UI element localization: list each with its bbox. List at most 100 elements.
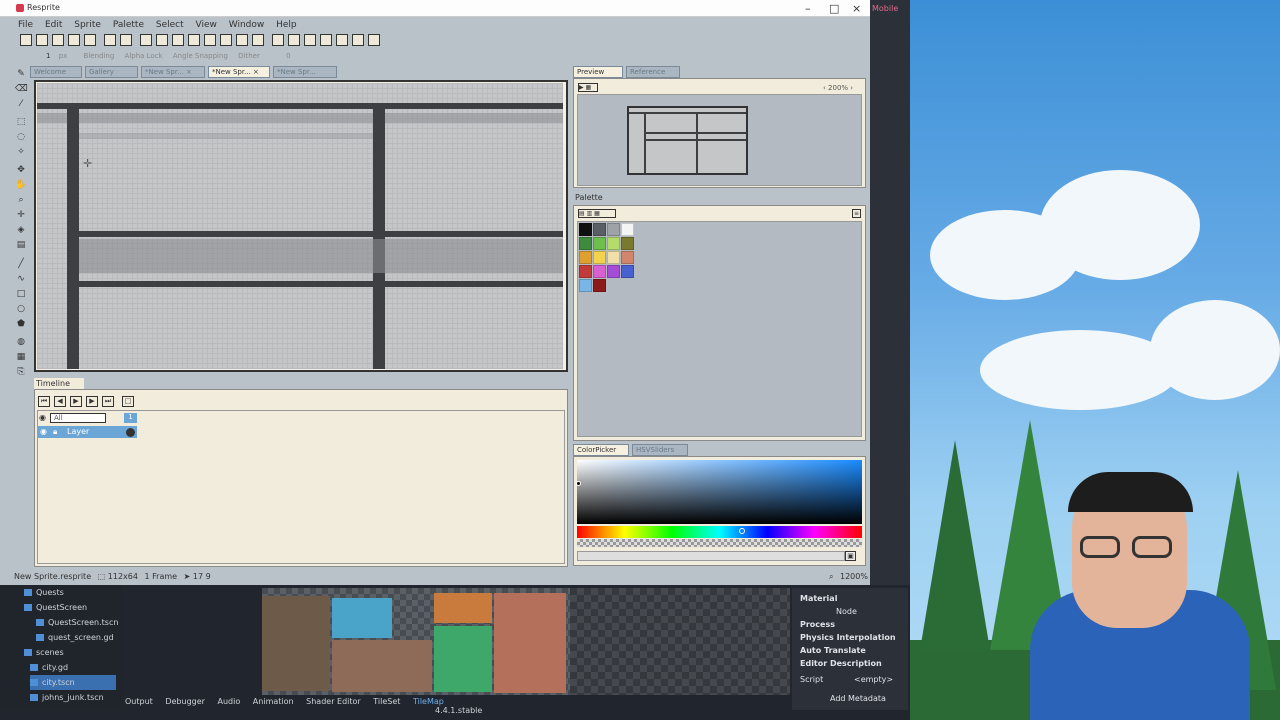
palette-swatch[interactable] bbox=[607, 265, 620, 278]
blending-toggle[interactable]: Blending bbox=[84, 52, 115, 60]
settings-icon[interactable] bbox=[68, 34, 80, 46]
menu-palette[interactable]: Palette bbox=[113, 20, 144, 30]
preview-zoom[interactable]: ‹ 200% › bbox=[823, 84, 853, 92]
hue-handle[interactable] bbox=[739, 528, 745, 534]
next-frame-icon[interactable]: ▶ bbox=[86, 396, 98, 407]
palette-swatch[interactable] bbox=[607, 251, 620, 264]
palette-swatch[interactable] bbox=[579, 251, 592, 264]
tileset-preview[interactable] bbox=[262, 588, 570, 695]
frame-number[interactable]: 1 bbox=[124, 413, 137, 423]
hand-icon[interactable]: ✋ bbox=[15, 179, 27, 191]
angle-snapping-toggle[interactable]: Angle Snapping bbox=[173, 52, 228, 60]
tree-item-selected[interactable]: city.tscn bbox=[30, 675, 116, 690]
tab-new-sprite[interactable]: *New Spr... bbox=[273, 66, 337, 78]
tree-item[interactable]: QuestScreen bbox=[24, 600, 87, 615]
palette-swatch[interactable] bbox=[593, 265, 606, 278]
palette-swatch[interactable] bbox=[607, 237, 620, 250]
layer-eye-icon[interactable]: ◉ bbox=[40, 427, 47, 436]
layer-row[interactable]: Layer bbox=[37, 426, 137, 438]
move-icon[interactable]: ✥ bbox=[15, 164, 27, 176]
tab-hsvsliders[interactable]: HSVSliders bbox=[632, 444, 688, 456]
rectangle-icon[interactable]: □ bbox=[15, 288, 27, 300]
new-file-icon[interactable] bbox=[20, 34, 32, 46]
tab-animation[interactable]: Animation bbox=[253, 697, 294, 706]
palette-swatch[interactable] bbox=[579, 265, 592, 278]
flip-icon[interactable] bbox=[252, 34, 264, 46]
save-icon[interactable] bbox=[52, 34, 64, 46]
eye-icon[interactable]: ◉ bbox=[39, 413, 46, 422]
prev-frame-icon[interactable]: ◀ bbox=[54, 396, 66, 407]
palette-tools-icon[interactable]: ▤ ▥ ▦ bbox=[578, 209, 616, 218]
shading-icon[interactable]: ◍ bbox=[15, 336, 27, 348]
sv-cursor[interactable] bbox=[576, 481, 581, 486]
menu-select[interactable]: Select bbox=[156, 20, 184, 30]
palette-swatch[interactable] bbox=[579, 237, 592, 250]
preview-icon[interactable] bbox=[336, 34, 348, 46]
pixel-perfect-icon[interactable] bbox=[304, 34, 316, 46]
ellipse-icon[interactable]: ○ bbox=[15, 303, 27, 315]
last-frame-icon[interactable]: ⏭ bbox=[102, 396, 114, 407]
export-icon[interactable] bbox=[84, 34, 96, 46]
gradient-icon[interactable]: ▤ bbox=[15, 239, 27, 251]
palette-swatch[interactable] bbox=[579, 223, 592, 236]
tab-reference[interactable]: Reference bbox=[626, 66, 680, 78]
tab-shader-editor[interactable]: Shader Editor bbox=[306, 697, 361, 706]
tab-audio[interactable]: Audio bbox=[218, 697, 241, 706]
rect-select-icon[interactable]: ⬚ bbox=[15, 116, 27, 128]
menu-help[interactable]: Help bbox=[276, 20, 297, 30]
status-zoom[interactable]: 1200% bbox=[840, 571, 868, 583]
line-icon[interactable]: ╱ bbox=[15, 258, 27, 270]
tree-item[interactable]: QuestScreen.tscn bbox=[36, 615, 118, 630]
first-frame-icon[interactable]: ⏮ bbox=[38, 396, 50, 407]
tab-new-sprite[interactable]: *New Spr... × bbox=[141, 66, 205, 78]
dither-value[interactable]: 0 bbox=[286, 52, 290, 60]
tab-welcome[interactable]: Welcome bbox=[30, 66, 82, 78]
palette-swatch[interactable] bbox=[621, 223, 634, 236]
hue-slider[interactable] bbox=[577, 526, 862, 538]
timeline-tab[interactable]: Timeline bbox=[34, 378, 84, 389]
layer-filter-select[interactable]: All bbox=[50, 413, 106, 423]
sprite-canvas[interactable]: ✛ bbox=[37, 83, 563, 369]
zoom-icon[interactable]: ⌕ bbox=[15, 194, 27, 206]
menu-view[interactable]: View bbox=[196, 20, 217, 30]
palette-swatch[interactable] bbox=[621, 251, 634, 264]
menu-window[interactable]: Window bbox=[229, 20, 265, 30]
eraser-icon[interactable]: ⌫ bbox=[15, 83, 28, 95]
tree-item[interactable]: Quests bbox=[24, 585, 64, 600]
tab-gallery[interactable]: Gallery bbox=[85, 66, 138, 78]
minimize-button[interactable]: – bbox=[805, 2, 811, 15]
tab-output[interactable]: Output bbox=[125, 697, 153, 706]
tab-colorpicker[interactable]: ColorPicker bbox=[573, 444, 629, 456]
tile-icon[interactable] bbox=[204, 34, 216, 46]
open-file-icon[interactable] bbox=[36, 34, 48, 46]
dither-toggle[interactable]: Dither bbox=[238, 52, 260, 60]
alpha-slider[interactable] bbox=[577, 539, 862, 547]
palette-swatch[interactable] bbox=[593, 237, 606, 250]
palette-swatch[interactable] bbox=[579, 279, 592, 292]
grid-icon[interactable] bbox=[140, 34, 152, 46]
rotate-icon[interactable] bbox=[236, 34, 248, 46]
palette-swatch[interactable] bbox=[593, 251, 606, 264]
transform-icon[interactable] bbox=[288, 34, 300, 46]
redo-icon[interactable] bbox=[120, 34, 132, 46]
tree-item[interactable]: quest_screen.gd bbox=[36, 630, 114, 645]
play-button-icon[interactable]: ▶ bbox=[70, 396, 82, 407]
tree-item[interactable]: johns_junk.tscn bbox=[30, 690, 104, 705]
close-button[interactable]: × bbox=[852, 2, 861, 15]
eyedropper-icon[interactable]: ⁄ bbox=[15, 98, 27, 110]
inspector-material[interactable]: Material bbox=[800, 594, 837, 603]
lasso-icon[interactable]: ◌ bbox=[15, 131, 27, 143]
palette-tab[interactable]: Palette bbox=[573, 192, 613, 204]
crosshair-icon[interactable]: ✛ bbox=[15, 209, 27, 221]
reference-icon[interactable] bbox=[352, 34, 364, 46]
magic-wand-icon[interactable]: ✧ bbox=[15, 146, 27, 158]
palette-swatch[interactable] bbox=[593, 223, 606, 236]
brush-size[interactable]: 1 bbox=[46, 52, 50, 60]
play-icon[interactable] bbox=[368, 34, 380, 46]
tab-debugger[interactable]: Debugger bbox=[165, 697, 205, 706]
loop-icon[interactable]: □ bbox=[122, 396, 134, 407]
tab-new-sprite-active[interactable]: *New Spr... × bbox=[208, 66, 270, 78]
menu-sprite[interactable]: Sprite bbox=[74, 20, 101, 30]
symmetry-icon[interactable] bbox=[272, 34, 284, 46]
tree-item[interactable]: scenes bbox=[24, 645, 64, 660]
